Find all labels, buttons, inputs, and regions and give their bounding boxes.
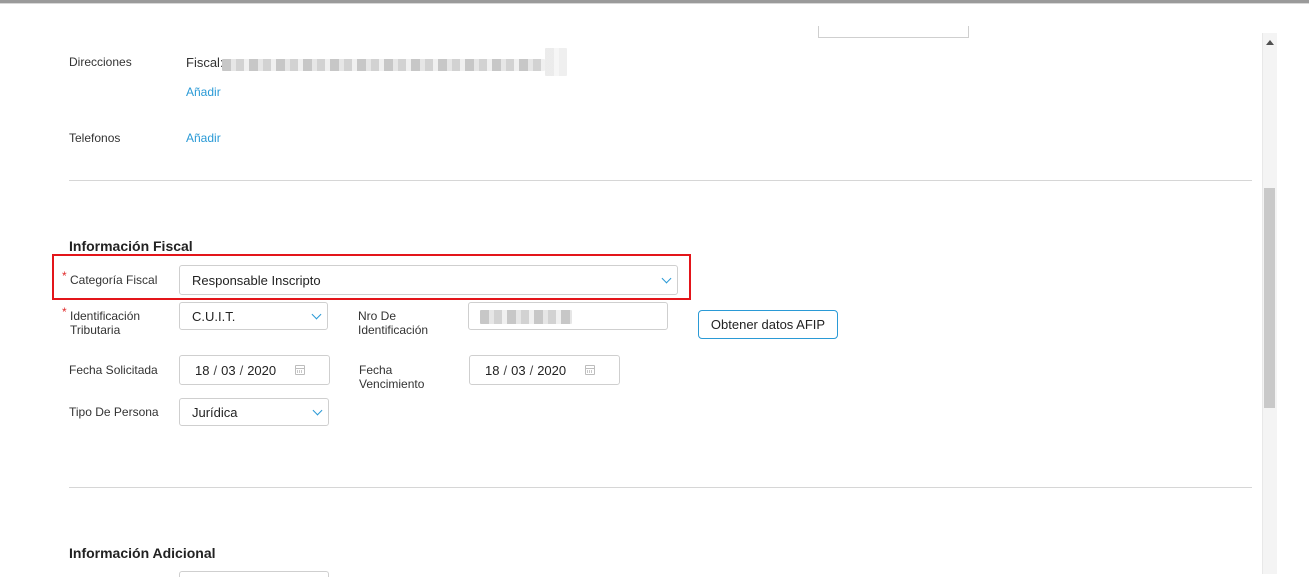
scrollbar-thumb[interactable] [1264,188,1275,408]
tipo-persona-label: Tipo De Persona [69,405,159,419]
direcciones-label: Direcciones [69,55,132,69]
additional-section-title: Información Adicional [69,545,216,561]
fecha-solicitada-label: Fecha Solicitada [69,363,158,377]
fecha-solicitada-input[interactable]: 18 / 03 / 2020 [179,355,330,385]
nro-identificacion-label-line2: Identificación [358,323,429,337]
identificacion-tributaria-select[interactable]: C.U.I.T. [179,302,328,330]
calendar-icon[interactable] [585,365,595,375]
chevron-down-icon [312,405,323,416]
calendar-icon[interactable] [295,365,305,375]
fecha-vencimiento-input[interactable]: 18 / 03 / 2020 [469,355,620,385]
required-mark: * [62,305,67,319]
date-separator: / [503,362,508,378]
date-separator: / [529,362,534,378]
identificacion-label-line2: Tributaria [70,323,121,337]
date-separator: / [213,362,218,378]
window-top-border-shadow [0,3,1309,4]
fecha-vencimiento-day[interactable]: 18 [485,363,499,378]
nro-identificacion-input[interactable] [468,302,668,330]
fecha-vencimiento-year[interactable]: 2020 [537,363,566,378]
obtener-datos-afip-button[interactable]: Obtener datos AFIP [698,310,838,339]
fecha-solicitada-year[interactable]: 2020 [247,363,276,378]
fecha-solicitada-month[interactable]: 03 [221,363,235,378]
scroll-up-arrow-icon[interactable] [1266,40,1274,45]
highlight-box [52,254,691,300]
add-address-link[interactable]: Añadir [186,85,221,99]
add-phone-link[interactable]: Añadir [186,131,221,145]
identificacion-value: C.U.I.T. [192,308,236,324]
partial-field-below[interactable] [179,571,329,577]
section-divider [69,180,1252,181]
section-divider [69,487,1252,488]
fecha-vencimiento-month[interactable]: 03 [511,363,525,378]
fiscal-address-label: Fiscal: [186,55,224,70]
redacted-address-tail [545,48,567,76]
redacted-id-number [480,310,572,324]
telefonos-label: Telefonos [69,131,121,145]
fecha-vencimiento-label-line2: Vencimiento [359,377,425,391]
identificacion-label-line1: Identificación [70,309,141,323]
fecha-vencimiento-label-line1: Fecha [359,363,393,377]
tipo-persona-select[interactable]: Jurídica [179,398,329,426]
date-separator: / [239,362,244,378]
partial-field-above [818,26,969,38]
chevron-down-icon [311,309,322,320]
tipo-persona-value: Jurídica [192,404,238,420]
fiscal-section-title: Información Fiscal [69,238,193,254]
nro-identificacion-label-line1: Nro De [358,309,397,323]
redacted-address [222,59,545,71]
fecha-solicitada-day[interactable]: 18 [195,363,209,378]
